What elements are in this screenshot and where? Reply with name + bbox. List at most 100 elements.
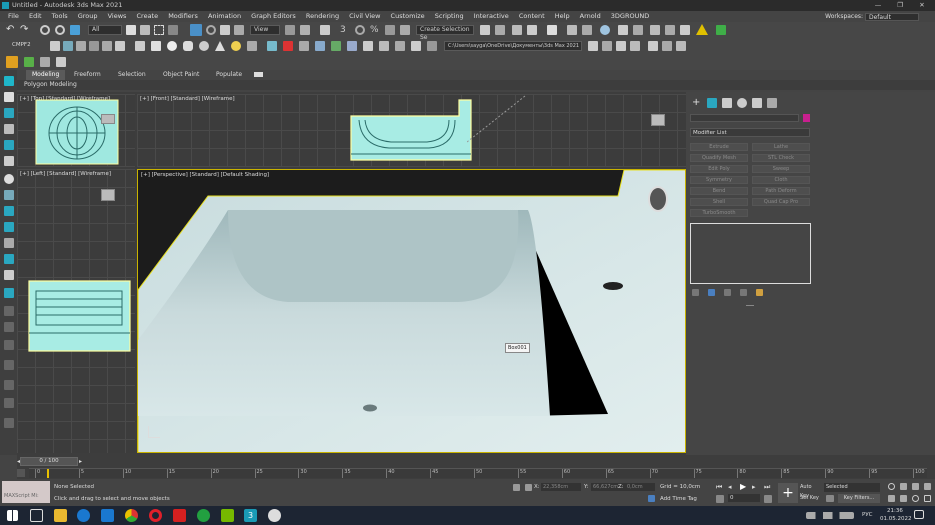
key-selection-dropdown[interactable]: Selected — [824, 483, 880, 492]
render-production-icon[interactable] — [650, 25, 660, 35]
clock-time[interactable]: 21:36 — [887, 508, 903, 514]
auto-key-button[interactable]: Auto Key — [800, 483, 822, 499]
bind-space-warp-icon[interactable] — [70, 25, 80, 35]
app-green-icon[interactable] — [197, 509, 210, 522]
viewport-front-label[interactable]: [+] [Front] [Standard] [Wireframe] — [140, 96, 235, 102]
key-filters-button[interactable]: Key Filters... — [838, 494, 880, 503]
helper-icon[interactable] — [267, 41, 277, 51]
undo-icon[interactable]: ↶ — [6, 25, 16, 35]
viewport-perspective[interactable]: [+] [Perspective] [Standard] [Default Sh… — [137, 169, 686, 453]
named-selection-dropdown[interactable]: Create Selection Se — [416, 25, 474, 41]
panel-motion-icon[interactable] — [737, 98, 747, 108]
schematic-view-icon[interactable] — [582, 25, 592, 35]
menu-file[interactable]: File — [8, 11, 19, 22]
pin-stack-icon[interactable] — [692, 289, 699, 296]
play-icon[interactable]: ▶ — [740, 483, 748, 491]
menu-create[interactable]: Create — [137, 11, 159, 22]
toolbar-icon-19[interactable] — [315, 41, 325, 51]
next-frame-icon[interactable]: ▸ — [752, 483, 760, 491]
panel-display-icon[interactable] — [752, 98, 762, 108]
menu-content[interactable]: Content — [519, 11, 545, 22]
cmp-label[interactable]: CMPF2 — [12, 42, 31, 48]
select-rotate-icon[interactable] — [206, 25, 216, 35]
left-tool-icon-18[interactable] — [4, 360, 14, 370]
left-tool-icon-20[interactable] — [4, 398, 14, 408]
chrome-icon[interactable] — [125, 509, 138, 522]
viewport-front[interactable]: [+] [Front] [Standard] [Wireframe] — [137, 94, 686, 167]
pan-icon[interactable] — [900, 495, 907, 502]
selection-filter-dropdown[interactable]: All — [88, 25, 122, 35]
material-editor-icon[interactable] — [600, 25, 610, 35]
toolbar-icon-23[interactable] — [379, 41, 389, 51]
modifier-button-edit-poly[interactable]: Edit Poly — [690, 165, 748, 173]
key-icon[interactable] — [826, 495, 834, 502]
slider-next-icon[interactable]: ▸ — [79, 458, 82, 465]
maximize-viewport-icon[interactable] — [924, 495, 931, 502]
left-tool-icon-21[interactable] — [4, 418, 14, 428]
toolbar-icon-24[interactable] — [395, 41, 405, 51]
show-end-result-icon[interactable] — [708, 289, 715, 296]
modifier-button-symmetry[interactable]: Symmetry — [690, 176, 748, 184]
field-of-view-icon[interactable] — [888, 495, 895, 502]
left-tool-icon-11[interactable] — [4, 238, 14, 248]
modifier-button-sweep[interactable]: Sweep — [752, 165, 810, 173]
left-tool-icon-13[interactable] — [4, 270, 14, 280]
rendered-frame-icon[interactable] — [633, 25, 643, 35]
panel-utilities-icon[interactable] — [767, 98, 777, 108]
redo-icon[interactable]: ↷ — [20, 25, 30, 35]
modifier-button-quad-cap-pro[interactable]: Quad Cap Pro — [752, 198, 810, 206]
viewport-left-label[interactable]: [+] [Left] [Standard] [Wireframe] — [20, 171, 111, 177]
left-tool-icon-15[interactable] — [4, 306, 14, 316]
go-to-end-icon[interactable]: ⏭ — [764, 483, 772, 491]
menu-scripting[interactable]: Scripting — [435, 11, 464, 22]
tab-freeform[interactable]: Freeform — [68, 70, 107, 80]
percent-snap-icon[interactable]: % — [370, 25, 380, 35]
tab-selection[interactable]: Selection — [112, 70, 152, 80]
track-bar[interactable]: 0 5 10 15 20 25 30 35 40 45 50 55 60 65 70 75 80 85 90 95 10… — [29, 468, 927, 478]
app-media-icon[interactable] — [101, 509, 114, 522]
spline-icon[interactable] — [283, 41, 293, 51]
workspaces-dropdown[interactable]: Default — [865, 12, 919, 21]
ribbon-toggle-icon[interactable] — [547, 25, 557, 35]
viewport-perspective-label[interactable]: [+] [Perspective] [Standard] [Default Sh… — [141, 172, 269, 178]
toolbar-icon-22[interactable] — [363, 41, 373, 51]
mirror-icon[interactable] — [480, 25, 490, 35]
polygon-modeling-label[interactable]: Polygon Modeling — [24, 81, 77, 88]
project-path-dropdown[interactable]: C:\Users\sayga\OneDrive\Документы\3ds Ma… — [444, 41, 582, 51]
modifier-button-quadify-mesh[interactable]: Quadify Mesh — [690, 154, 748, 162]
modifier-button-bend[interactable]: Bend — [690, 187, 748, 195]
left-tool-icon-12[interactable] — [4, 254, 14, 264]
toolbar-icon-21[interactable] — [347, 41, 357, 51]
viewport-left[interactable]: [+] [Left] [Standard] [Wireframe] — [17, 169, 135, 453]
toolbar-icon-31[interactable] — [648, 41, 658, 51]
menu-arnold[interactable]: Arnold — [580, 11, 601, 22]
menu-3dground[interactable]: 3DGROUND — [611, 11, 649, 22]
app-red-icon[interactable] — [173, 509, 186, 522]
maxscript-listener[interactable]: MAXScript Mi: — [2, 481, 50, 503]
modifier-stack-list[interactable] — [690, 223, 811, 284]
zoom-extents-all-icon[interactable] — [924, 483, 931, 490]
menu-views[interactable]: Views — [108, 11, 127, 22]
z-coordinate-field[interactable]: 0,0cm — [625, 483, 655, 491]
motion-icon[interactable] — [4, 124, 14, 134]
menu-tools[interactable]: Tools — [52, 11, 68, 22]
object-color-swatch[interactable] — [803, 114, 810, 122]
align-icon[interactable] — [495, 25, 505, 35]
time-marker[interactable] — [47, 469, 49, 478]
zoom-all-icon[interactable] — [900, 483, 907, 490]
utilities-icon[interactable] — [4, 156, 14, 166]
modifier-button-turbosmooth[interactable]: TurboSmooth — [690, 209, 748, 217]
toolbar-icon-4[interactable] — [89, 41, 99, 51]
object-name-field[interactable] — [690, 114, 799, 122]
set-key-big-button[interactable]: + — [778, 483, 798, 503]
left-tool-icon-9[interactable] — [4, 206, 14, 216]
left-tool-icon-8[interactable] — [4, 190, 14, 200]
key-mode-icon[interactable] — [716, 495, 724, 503]
3dsmax-taskbar-icon[interactable]: 3 — [244, 509, 257, 522]
select-manipulate-icon[interactable] — [300, 25, 310, 35]
opera-icon[interactable] — [149, 509, 162, 522]
toolbar-icon-20[interactable] — [331, 41, 341, 51]
toggle-scene-explorer-icon[interactable] — [512, 25, 522, 35]
x-coordinate-field[interactable]: 22,358cm — [541, 483, 581, 491]
tab-modeling[interactable]: Modeling — [26, 70, 66, 80]
